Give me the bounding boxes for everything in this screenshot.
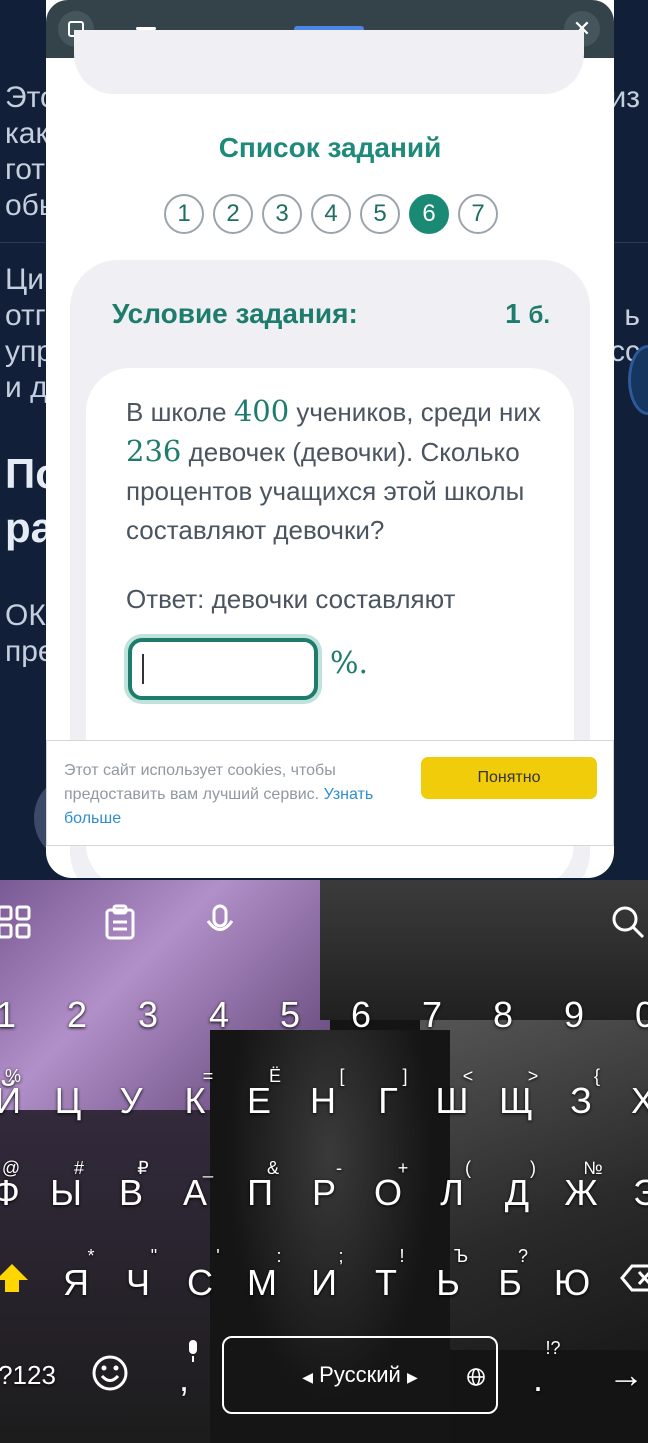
symbols-key[interactable]: ?123 [0, 1354, 60, 1396]
backspace-icon[interactable] [620, 1262, 648, 1302]
key-2[interactable]: 2 [47, 994, 107, 1036]
problem-text: В школе 400 учеников, среди них 236 дево… [126, 392, 546, 550]
key-Л[interactable]: Л [422, 1172, 482, 1214]
key-Р[interactable]: Р [294, 1172, 354, 1214]
key-Ф[interactable]: Ф [0, 1172, 36, 1214]
shift-arrow-icon-stem [5, 1280, 19, 1292]
key-Щ[interactable]: Щ [486, 1080, 546, 1122]
apps-grid-icon[interactable] [0, 904, 34, 949]
emoji-icon[interactable] [90, 1354, 130, 1401]
key-Э[interactable]: Э [616, 1172, 648, 1214]
problem-text-part: девочек (девочки). Сколько процентов уча… [126, 437, 525, 545]
key-Ц[interactable]: Ц [38, 1080, 98, 1122]
answer-suffix: %. [330, 646, 369, 681]
on-screen-keyboard: 1 2 3 4 5 6 7 8 9 0 % = Ё [ ] < > { Й Ц … [0, 880, 648, 1443]
key-7[interactable]: 7 [402, 994, 462, 1036]
key-И[interactable]: И [294, 1262, 354, 1304]
space-key[interactable]: ◀ Русский ▶ [222, 1336, 498, 1414]
clipboard-icon[interactable] [100, 904, 140, 949]
key-Е[interactable]: Е [229, 1080, 289, 1122]
bg-line: ь [624, 299, 640, 332]
key-4[interactable]: 4 [189, 994, 249, 1036]
points-badge: 1 б. [505, 298, 550, 330]
problem-text-part: учеников, среди них [289, 397, 541, 427]
microphone-icon[interactable] [200, 904, 240, 949]
key-Й[interactable]: Й [0, 1080, 38, 1122]
period-key[interactable]: . [508, 1358, 568, 1400]
key-Ч[interactable]: Ч [108, 1262, 168, 1304]
key-6[interactable]: 6 [331, 994, 391, 1036]
step-7[interactable]: 7 [458, 194, 498, 234]
key-9[interactable]: 9 [544, 994, 604, 1036]
answer-label: Ответ: девочки составляют [126, 584, 456, 614]
comma-key[interactable]: , [154, 1358, 214, 1400]
cookie-accept-button[interactable]: Понятно [421, 757, 597, 799]
step-1[interactable]: 1 [164, 194, 204, 234]
points-value: 1 [505, 298, 521, 329]
key-Д[interactable]: Д [487, 1172, 547, 1214]
shift-arrow-icon [0, 1264, 28, 1280]
cookie-text: Этот сайт использует cookies, чтобы пред… [64, 759, 394, 831]
key-Ш[interactable]: Ш [422, 1080, 482, 1122]
header-pill [74, 30, 584, 94]
key-Ы[interactable]: Ы [36, 1172, 96, 1214]
key-Ю[interactable]: Ю [542, 1262, 602, 1304]
problem-number: 236 [126, 434, 182, 468]
key-5[interactable]: 5 [260, 994, 320, 1036]
answer-input[interactable] [128, 638, 318, 700]
bg-line: Ци [5, 263, 44, 296]
key-К[interactable]: К [165, 1080, 225, 1122]
bg-line: и д [5, 371, 48, 404]
key-О[interactable]: О [358, 1172, 418, 1214]
key-Г[interactable]: Г [358, 1080, 418, 1122]
key-Х[interactable]: Х [613, 1080, 648, 1122]
key-В[interactable]: В [101, 1172, 161, 1214]
key-0[interactable]: 0 [615, 994, 648, 1036]
language-left-arrow-icon: ◀ [302, 1369, 314, 1385]
key-А[interactable]: А [165, 1172, 225, 1214]
task-steps: 1 2 3 4 5 6 7 [164, 194, 498, 234]
bg-line: ОК [5, 599, 46, 632]
step-4[interactable]: 4 [311, 194, 351, 234]
language-label: Русский [319, 1362, 401, 1387]
key-1[interactable]: 1 [0, 994, 36, 1036]
bg-line: отг [5, 299, 46, 332]
points-unit: б. [528, 302, 551, 329]
bg-line: как [5, 117, 49, 150]
task-list-title: Список заданий [218, 132, 442, 163]
step-6-active[interactable]: 6 [409, 194, 449, 234]
key-У[interactable]: У [101, 1080, 161, 1122]
key-8[interactable]: 8 [473, 994, 533, 1036]
cookie-message: Этот сайт использует cookies, чтобы пред… [64, 762, 336, 803]
problem-number: 400 [233, 394, 290, 428]
condition-label: Условие задания: [112, 298, 358, 329]
key-М[interactable]: М [232, 1262, 292, 1304]
problem-text-part: В школе [126, 397, 234, 427]
key-С[interactable]: С [170, 1262, 230, 1304]
bg-line: из [609, 81, 640, 114]
search-icon[interactable] [608, 904, 648, 949]
key-З[interactable]: З [551, 1080, 611, 1122]
language-right-arrow-icon: ▶ [406, 1369, 418, 1385]
key-Ж[interactable]: Ж [551, 1172, 611, 1214]
key-Б[interactable]: Б [480, 1262, 540, 1304]
key-Н[interactable]: Н [293, 1080, 353, 1122]
bg-line: гот [5, 153, 46, 186]
globe-icon [466, 1344, 486, 1418]
key-Ь[interactable]: Ь [418, 1262, 478, 1304]
key-Т[interactable]: Т [356, 1262, 416, 1304]
step-2[interactable]: 2 [213, 194, 253, 234]
task-modal: ✕ Список заданий 1 2 3 4 5 6 7 Условие з… [46, 0, 614, 878]
key-hint: !? [545, 1338, 561, 1358]
text-caret [142, 654, 144, 684]
shift-key[interactable] [0, 1264, 28, 1294]
key-3[interactable]: 3 [118, 994, 178, 1036]
step-5[interactable]: 5 [360, 194, 400, 234]
cookie-banner: Этот сайт использует cookies, чтобы пред… [46, 740, 614, 846]
key-Я[interactable]: Я [46, 1262, 106, 1304]
step-3[interactable]: 3 [262, 194, 302, 234]
key-П[interactable]: П [230, 1172, 290, 1214]
enter-key[interactable]: → [596, 1354, 648, 1396]
